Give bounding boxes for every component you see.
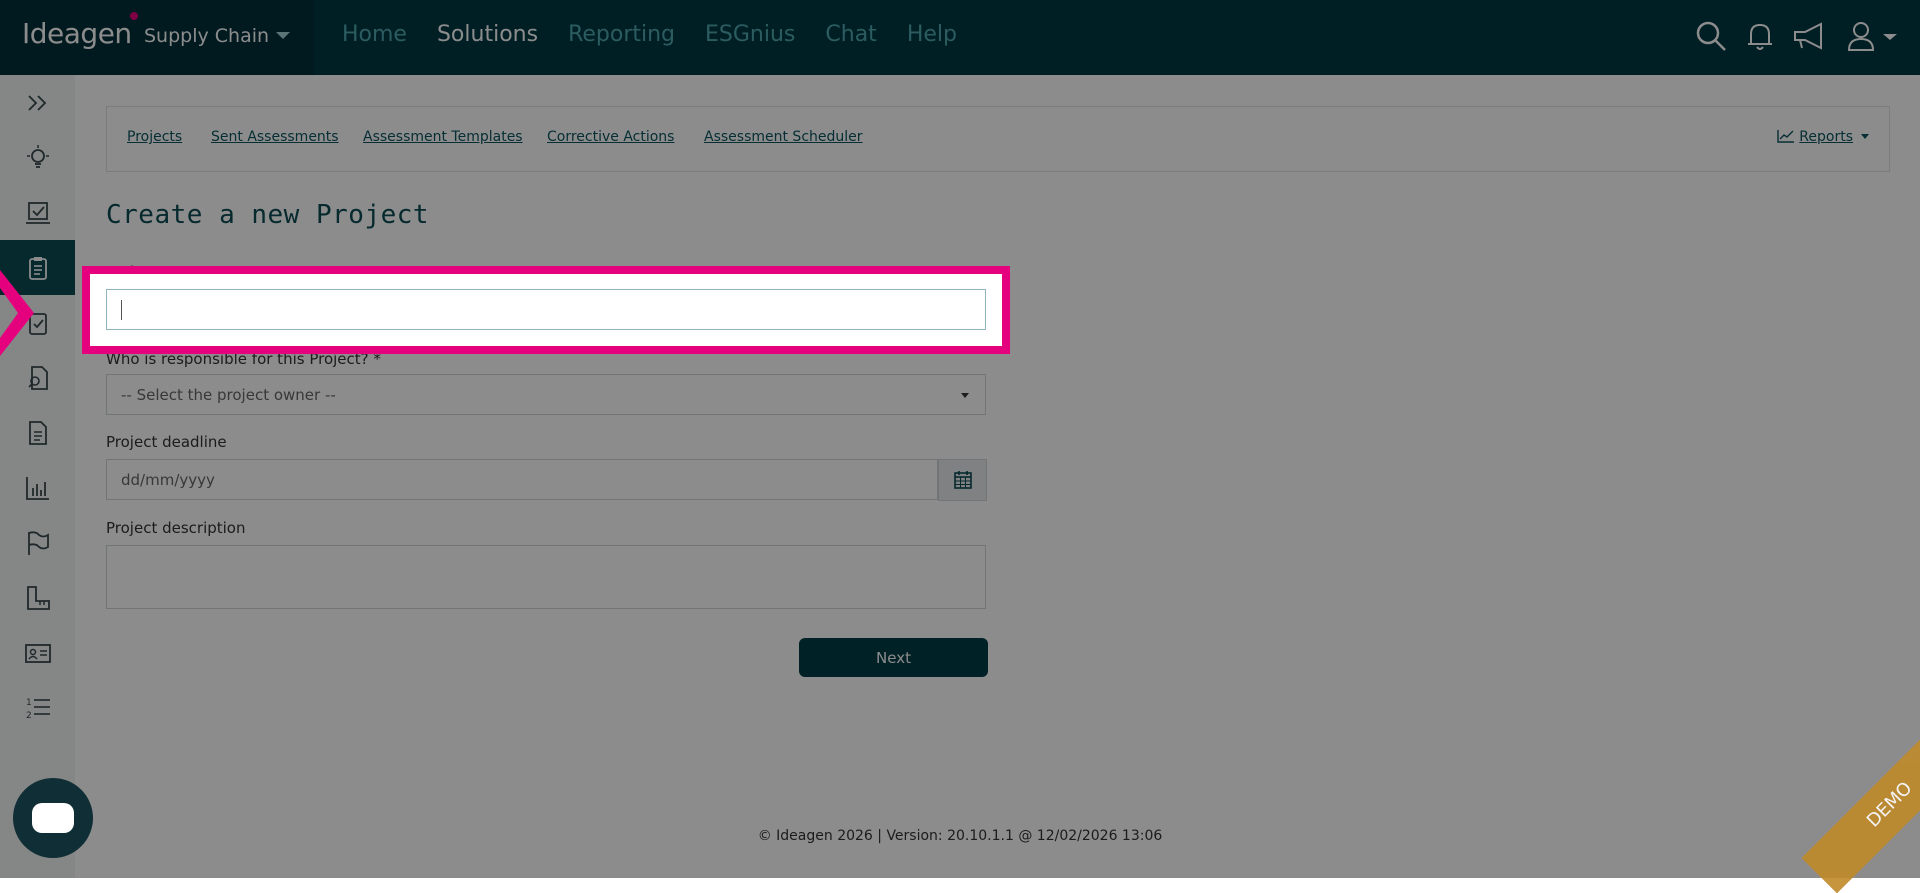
tutorial-highlight-frame — [82, 266, 1010, 354]
svg-text:1: 1 — [26, 698, 32, 708]
sidebar-item-measures[interactable] — [0, 570, 75, 625]
subnav-assessment-scheduler[interactable]: Assessment Scheduler — [704, 129, 863, 145]
nav-solutions[interactable]: Solutions — [437, 22, 538, 47]
nav-reporting[interactable]: Reporting — [568, 22, 675, 47]
sidebar-item-analytics[interactable] — [0, 460, 75, 515]
document-search-icon — [27, 365, 48, 390]
sidebar-expand[interactable] — [0, 75, 75, 130]
expand-icon — [27, 94, 46, 111]
project-description-label: Project description — [106, 519, 246, 537]
sidebar-item-inbox[interactable] — [0, 185, 75, 240]
user-icon[interactable] — [1843, 18, 1879, 54]
tutorial-pointer-arrow-icon — [0, 270, 34, 356]
brand-switcher[interactable]: Ideagen Supply Chain — [0, 0, 314, 75]
nav-home[interactable]: Home — [342, 22, 407, 47]
page-title: Create a new Project — [106, 200, 430, 230]
sidebar: 12 — [0, 75, 75, 878]
subnav-assessment-templates[interactable]: Assessment Templates — [363, 129, 523, 145]
project-owner-placeholder: -- Select the project owner -- — [121, 386, 336, 404]
subnav-sent-assessments[interactable]: Sent Assessments — [211, 129, 339, 145]
nav-esgnius[interactable]: ESGnius — [705, 22, 795, 47]
bell-icon[interactable] — [1742, 18, 1778, 54]
sidebar-item-contacts[interactable] — [0, 625, 75, 680]
megaphone-icon[interactable] — [1791, 18, 1827, 54]
footer: © Ideagen 2026 | Version: 20.10.1.1 @ 12… — [757, 828, 1163, 844]
sidebar-item-ideas[interactable] — [0, 130, 75, 185]
chat-launcher-button[interactable] — [13, 778, 93, 858]
reports-dropdown[interactable]: Reports — [1777, 129, 1869, 145]
sidebar-item-review[interactable] — [0, 350, 75, 405]
logo-accent-dot — [130, 12, 138, 20]
flag-icon — [27, 530, 49, 555]
project-deadline-input[interactable]: dd/mm/yyyy — [106, 459, 938, 500]
chevron-down-icon — [961, 393, 969, 398]
lightbulb-icon — [26, 144, 49, 168]
product-name: Supply Chain — [144, 25, 270, 47]
project-deadline-label: Project deadline — [106, 433, 227, 451]
top-bar: Ideagen Supply Chain Home Solutions Repo… — [0, 0, 1920, 75]
sidebar-item-flags[interactable] — [0, 515, 75, 570]
project-description-textarea[interactable] — [106, 545, 986, 609]
contact-card-icon — [24, 643, 51, 663]
main-nav: Home Solutions Reporting ESGnius Chat He… — [342, 22, 987, 47]
sub-nav: Projects Sent Assessments Assessment Tem… — [106, 106, 1890, 172]
nav-help[interactable]: Help — [907, 22, 957, 47]
ideagen-logo: Ideagen — [22, 17, 132, 50]
document-icon — [28, 420, 47, 445]
sidebar-item-documents[interactable] — [0, 405, 75, 460]
sidebar-item-lists[interactable]: 12 — [0, 680, 75, 735]
demo-badge: DEMO — [1801, 716, 1920, 893]
reports-label: Reports — [1799, 129, 1853, 145]
numbered-list-icon: 12 — [26, 698, 50, 721]
bar-chart-icon — [25, 476, 49, 500]
subnav-projects[interactable]: Projects — [127, 129, 182, 145]
svg-text:2: 2 — [26, 711, 32, 721]
project-owner-select[interactable]: -- Select the project owner -- — [106, 374, 986, 415]
nav-chat[interactable]: Chat — [825, 22, 876, 47]
calendar-button[interactable] — [938, 459, 987, 501]
trend-chart-icon — [1777, 130, 1795, 143]
chat-bubble-icon — [32, 803, 74, 833]
ruler-icon — [26, 585, 50, 610]
subnav-corrective-actions[interactable]: Corrective Actions — [547, 129, 674, 145]
calendar-icon — [953, 471, 972, 489]
search-icon[interactable] — [1693, 18, 1729, 54]
chevron-down-icon — [1861, 134, 1869, 139]
next-button[interactable]: Next — [799, 638, 988, 677]
inbox-check-icon — [25, 201, 50, 224]
user-menu-chevron-icon[interactable] — [1880, 18, 1900, 54]
chevron-down-icon — [276, 32, 290, 39]
